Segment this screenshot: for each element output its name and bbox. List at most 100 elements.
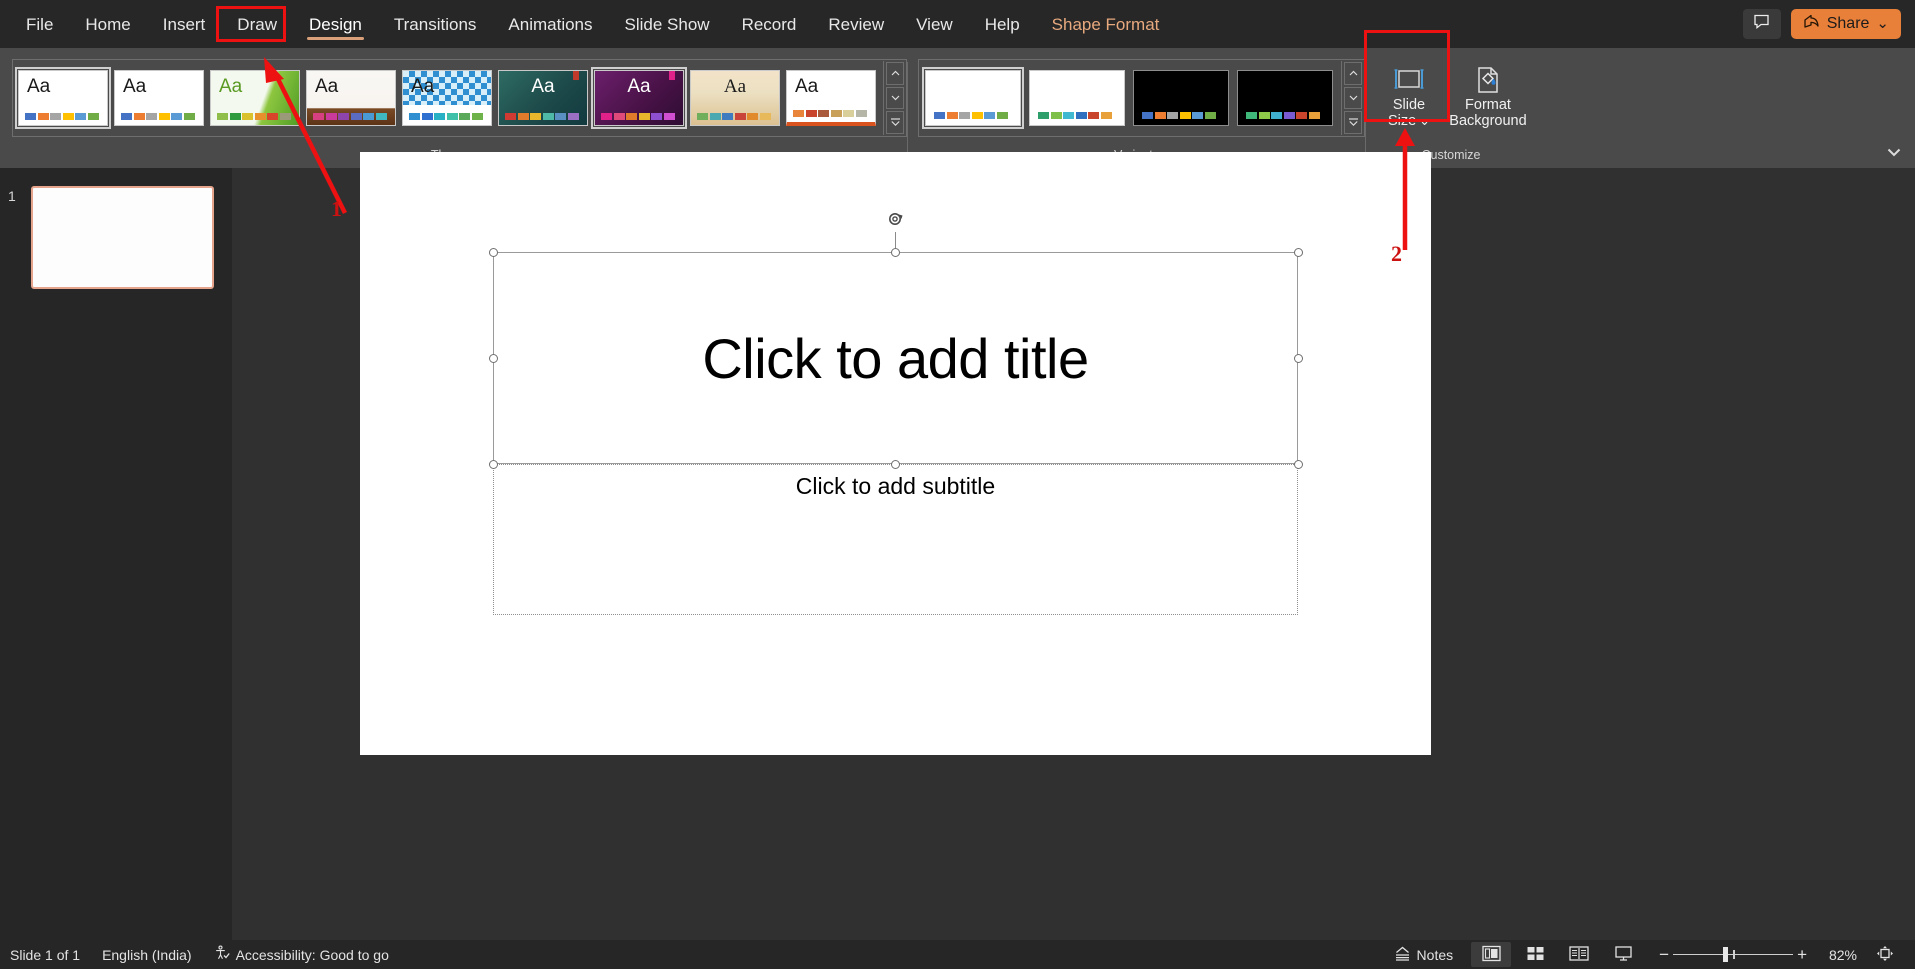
zoom-slider-midpoint xyxy=(1733,950,1735,959)
share-icon xyxy=(1803,14,1820,34)
tab-draw[interactable]: Draw xyxy=(221,0,293,48)
resize-handle-bottom-center[interactable] xyxy=(890,459,900,469)
theme-item-6[interactable]: Aa xyxy=(591,67,687,129)
slide-count-status[interactable]: Slide 1 of 1 xyxy=(10,947,80,963)
reading-view-icon xyxy=(1569,945,1589,965)
powerpoint-window: File Home Insert Draw Design Transitions… xyxy=(0,0,1915,969)
ribbon-group-customize: Slide Size ⌄ Format Background Customize xyxy=(1366,48,1536,168)
status-bar: Slide 1 of 1 English (India) Accessibili… xyxy=(0,940,1915,969)
tab-label: Help xyxy=(984,14,1020,34)
theme-preview-text: Aa xyxy=(123,76,147,97)
theme-swatches xyxy=(115,113,203,125)
language-status[interactable]: English (India) xyxy=(102,947,192,963)
tab-record[interactable]: Record xyxy=(726,0,813,48)
tab-transitions[interactable]: Transitions xyxy=(378,0,493,48)
zoom-slider[interactable] xyxy=(1673,942,1794,967)
normal-view-button[interactable] xyxy=(1471,942,1512,967)
slide-show-button[interactable] xyxy=(1603,942,1643,967)
tab-label: Review xyxy=(828,14,885,34)
zoom-slider-thumb[interactable] xyxy=(1723,947,1729,962)
theme-swatches xyxy=(403,113,491,125)
tab-design[interactable]: Design xyxy=(293,0,378,48)
tab-view[interactable]: View xyxy=(900,0,969,48)
slide-canvas[interactable]: Click to add subtitle Click to add title xyxy=(360,152,1431,755)
themes-gallery-scrollbar[interactable] xyxy=(883,61,904,135)
themes-scroll-up-button[interactable] xyxy=(886,62,904,85)
zoom-out-button[interactable]: − xyxy=(1659,945,1669,965)
variants-more-button[interactable] xyxy=(1344,111,1362,135)
resize-handle-top-left[interactable] xyxy=(488,247,498,257)
theme-item-3[interactable]: Aa xyxy=(306,70,396,126)
tab-help[interactable]: Help xyxy=(969,0,1036,48)
theme-preview-text: Aa xyxy=(219,76,243,97)
ribbon-group-variants: Variants xyxy=(908,48,1365,168)
slide-thumbnail-1[interactable] xyxy=(31,186,214,289)
ribbon-tabs: File Home Insert Draw Design Transitions… xyxy=(0,0,1175,48)
resize-handle-top-right[interactable] xyxy=(1293,247,1303,257)
resize-handle-bottom-left[interactable] xyxy=(488,459,498,469)
variant-item-3[interactable] xyxy=(1237,70,1333,126)
slide-size-button[interactable]: Slide Size ⌄ xyxy=(1378,55,1440,141)
variant-item-0[interactable] xyxy=(922,67,1024,129)
theme-item-7[interactable]: Aa xyxy=(690,70,780,126)
theme-item-0[interactable]: Aa xyxy=(15,67,111,129)
tab-insert[interactable]: Insert xyxy=(147,0,222,48)
notes-icon xyxy=(1394,946,1411,964)
ribbon-tab-bar: File Home Insert Draw Design Transitions… xyxy=(0,0,1915,48)
themes-gallery[interactable]: Aa Aa Aa Aa Aa Aa Aa Aa Aa xyxy=(12,59,907,137)
theme-item-8[interactable]: Aa xyxy=(786,70,876,126)
theme-swatches xyxy=(211,113,299,125)
variants-scroll-up-button[interactable] xyxy=(1344,62,1362,85)
share-button[interactable]: Share ⌄ xyxy=(1790,9,1901,39)
theme-corner-marker xyxy=(669,71,675,80)
resize-handle-middle-right[interactable] xyxy=(1293,353,1303,363)
accessibility-icon xyxy=(214,945,230,964)
fit-to-window-button[interactable] xyxy=(1865,942,1905,967)
theme-item-1[interactable]: Aa xyxy=(114,70,204,126)
variants-gallery[interactable] xyxy=(918,59,1365,137)
reading-view-button[interactable] xyxy=(1559,942,1599,967)
tab-file[interactable]: File xyxy=(10,0,69,48)
slide-thumbnail-panel[interactable]: 1 xyxy=(0,168,232,940)
tab-home[interactable]: Home xyxy=(69,0,146,48)
slide-sorter-view-button[interactable] xyxy=(1515,942,1555,967)
accessibility-status[interactable]: Accessibility: Good to go xyxy=(214,945,389,964)
tab-animations[interactable]: Animations xyxy=(492,0,608,48)
themes-scroll-down-button[interactable] xyxy=(886,86,904,110)
variant-swatches xyxy=(926,112,1008,125)
theme-corner-marker xyxy=(573,71,579,80)
subtitle-placeholder[interactable]: Click to add subtitle xyxy=(493,464,1298,615)
theme-preview-text: Aa xyxy=(403,71,491,105)
variant-item-1[interactable] xyxy=(1029,70,1125,126)
ribbon-collapse-button[interactable] xyxy=(1887,145,1901,160)
tab-slide-show[interactable]: Slide Show xyxy=(609,0,726,48)
theme-swatches xyxy=(307,113,395,125)
slide-sorter-icon xyxy=(1526,945,1545,965)
title-placeholder[interactable]: Click to add title xyxy=(493,252,1298,464)
notes-button[interactable]: Notes xyxy=(1394,946,1453,964)
theme-item-2[interactable]: Aa xyxy=(210,70,300,126)
variant-item-2[interactable] xyxy=(1133,70,1229,126)
zoom-in-button[interactable]: + xyxy=(1797,945,1807,965)
ribbon: Aa Aa Aa Aa Aa Aa Aa Aa Aa Slide Size ⌄ … xyxy=(0,48,1915,168)
variants-scroll-down-button[interactable] xyxy=(1344,86,1362,110)
tab-label: Draw xyxy=(237,14,277,34)
tab-shape-format[interactable]: Shape Format xyxy=(1036,0,1176,48)
tab-label: View xyxy=(916,14,953,34)
theme-swatches xyxy=(691,113,779,125)
tab-label: Animations xyxy=(508,14,593,34)
tab-review[interactable]: Review xyxy=(812,0,900,48)
theme-preview-text: Aa xyxy=(27,76,51,97)
theme-preview-text: Aa xyxy=(315,76,339,97)
resize-handle-middle-left[interactable] xyxy=(488,353,498,363)
themes-more-button[interactable] xyxy=(886,111,904,135)
comment-button[interactable] xyxy=(1742,9,1781,39)
rotate-handle-icon[interactable] xyxy=(886,210,906,230)
zoom-level-label: 82% xyxy=(1828,946,1857,963)
theme-item-5[interactable]: Aa xyxy=(498,70,588,126)
format-background-button[interactable]: Format Background xyxy=(1440,55,1536,141)
theme-item-4[interactable]: Aa xyxy=(402,70,492,126)
resize-handle-top-center[interactable] xyxy=(890,247,900,257)
resize-handle-bottom-right[interactable] xyxy=(1293,459,1303,469)
variants-gallery-scrollbar[interactable] xyxy=(1341,61,1362,135)
